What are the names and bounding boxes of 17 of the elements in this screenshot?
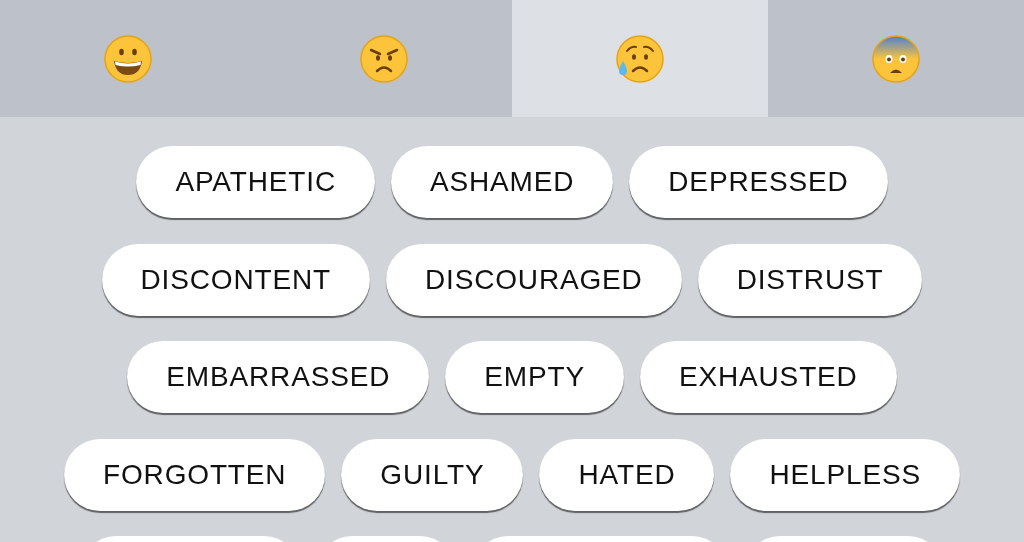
emoji-tab[interactable] — [512, 0, 768, 117]
emotion-tag[interactable]: HATED — [539, 438, 715, 511]
emotion-tag[interactable]: DEPRESSED — [629, 146, 888, 218]
emotion-tag[interactable]: EXHAUSTED — [639, 341, 897, 413]
emotion-tag[interactable]: HELPLESS — [730, 438, 960, 511]
emotion-tag[interactable]: EMPTY — [445, 341, 624, 413]
emotion-tag[interactable]: DISCOURAGED — [385, 243, 682, 316]
emoji-tab[interactable] — [256, 0, 512, 117]
emotion-tag[interactable]: DISCONTENT — [101, 243, 370, 316]
emotion-tag[interactable]: GUILTY — [341, 438, 524, 511]
emotion-tag[interactable]: DISTRUST — [697, 243, 923, 316]
emoji-tab[interactable] — [768, 0, 1024, 117]
emotion-tag[interactable]: EMBARRASSED — [127, 341, 430, 413]
emotion-tag[interactable]: ASHAMED — [390, 146, 614, 218]
emotion-tag[interactable]: APATHETIC — [136, 146, 375, 218]
emotion-tag[interactable]: FORGOTTEN — [64, 438, 326, 511]
emoji-tab[interactable] — [0, 0, 256, 117]
